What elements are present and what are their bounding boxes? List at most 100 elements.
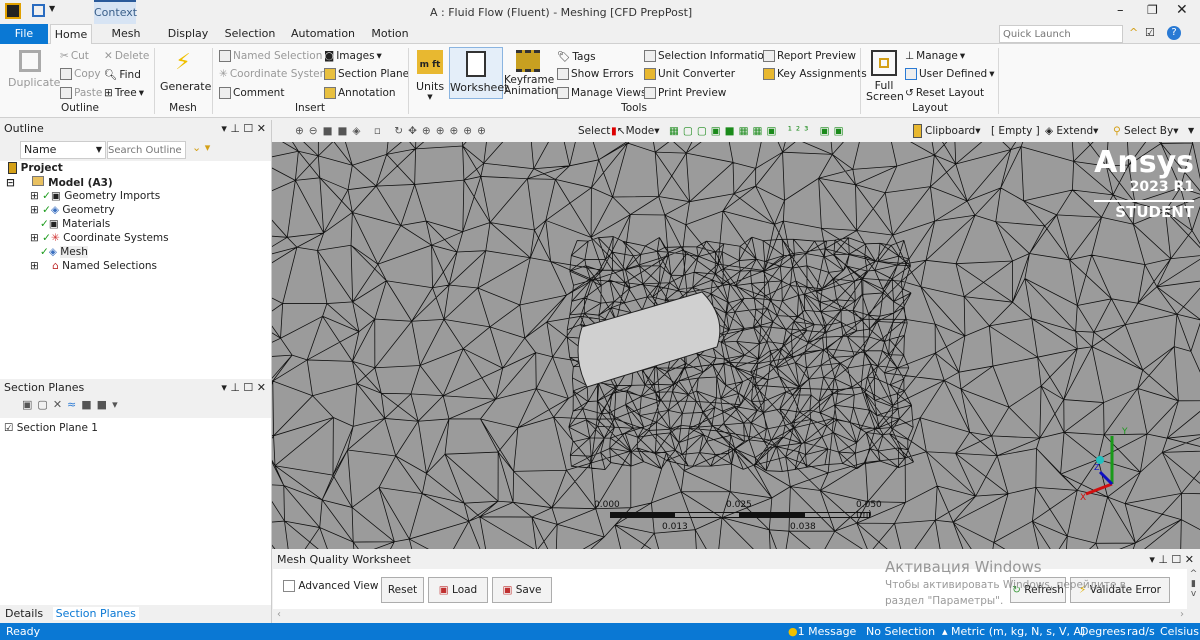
show-plane-icon[interactable]: ≈ (67, 398, 81, 411)
app-logo-icon (5, 3, 21, 19)
tab-motion[interactable]: Motion (364, 24, 416, 44)
feedback-icon[interactable]: ☑ (1145, 26, 1155, 39)
tab-display[interactable]: Display (160, 24, 216, 44)
advanced-view-checkbox[interactable]: Advanced View (283, 580, 378, 592)
tab-home[interactable]: Home (50, 24, 92, 45)
reset-icon: ↺ (905, 87, 914, 99)
tree-item-materials[interactable]: ✓▣ Materials (30, 218, 110, 230)
tree-item-geometry-imports[interactable]: ⊞ ✓▣ Geometry Imports (30, 190, 160, 202)
extend-button[interactable]: ◈ Extend▾ (1045, 120, 1098, 142)
clipboard-button[interactable]: Clipboard▾ (913, 120, 980, 142)
section-plane-checkbox[interactable]: ☑ (4, 422, 13, 434)
panel-controls[interactable]: ▾ ⊥ ☐ ✕ (1149, 551, 1194, 569)
tree-item-named-selections[interactable]: ⊞ ⌂ Named Selections (30, 260, 157, 272)
find-button[interactable]: 🔍︎ Find (104, 68, 141, 82)
context-tab[interactable]: Context (94, 0, 137, 24)
tab-section-planes[interactable]: Section Planes (52, 607, 139, 620)
delete-button[interactable]: ✕ Delete (104, 50, 149, 62)
tree-item-model[interactable]: ⊟ Model (A3) (6, 176, 113, 189)
minimize-button[interactable]: – (1117, 3, 1124, 18)
message-icon: ● (788, 625, 798, 638)
unit-converter-button[interactable]: Unit Converter (644, 68, 735, 80)
coordinate-system-button[interactable]: ✳ Coordinate System (219, 68, 330, 80)
report-preview-button[interactable]: Report Preview (763, 50, 856, 62)
help-icon[interactable]: ? (1167, 26, 1181, 40)
close-button[interactable]: ✕ (1176, 2, 1188, 18)
tab-details[interactable]: Details (5, 607, 43, 620)
tab-mesh[interactable]: Mesh (98, 24, 154, 44)
temperature-units[interactable]: Celsius (1160, 623, 1199, 640)
images-button[interactable]: ◙ Images ▾ (324, 50, 382, 62)
manage-button[interactable]: ⊥ Manage ▾ (905, 50, 965, 62)
select-by-button[interactable]: ⚲ Select By▾ (1113, 120, 1178, 142)
save-icon[interactable] (32, 4, 45, 17)
paste-button[interactable]: Paste (60, 87, 102, 99)
mesh-lines (272, 142, 1200, 549)
mode-dropdown[interactable]: ▮↖Mode▾ (611, 120, 659, 142)
annotation-button[interactable]: Annotation (324, 87, 396, 99)
load-button[interactable]: ▣ Load (428, 577, 488, 603)
cut-button[interactable]: ✂ Cut (60, 50, 89, 62)
save-button[interactable]: ▣ Save (492, 577, 552, 603)
search-outline-input[interactable] (107, 141, 186, 159)
keyframe-animation-button[interactable]: Keyframe Animation (504, 50, 558, 97)
key-assignments-button[interactable]: Key Assignments (763, 68, 867, 80)
worksheet-hscroll[interactable]: ‹ › (273, 609, 1200, 623)
tree-item-coordinate-systems[interactable]: ⊞ ✓✳ Coordinate Systems (30, 232, 169, 244)
tree-button[interactable]: ⊞ Tree ▾ (104, 87, 144, 99)
tree-item-project[interactable]: Project (8, 162, 63, 174)
named-selection-button[interactable]: Named Selection (219, 50, 322, 62)
toolbar-overflow-icon[interactable]: ▼ (1188, 120, 1194, 142)
axis-triad[interactable]: Y X Z (1072, 424, 1142, 504)
selection-filter-icons[interactable]: ▦▢▢▣■▦▦▣ ¹²³ ▣▣ (669, 120, 848, 142)
show-errors-button[interactable]: Show Errors (557, 68, 634, 80)
tags-button[interactable]: 🏷︎ Tags (557, 50, 596, 64)
show-cap-icon[interactable]: ■ (97, 398, 112, 411)
selection-information-button[interactable]: Selection Information (644, 50, 771, 62)
name-filter-dropdown[interactable]: Name ▼ (20, 141, 106, 159)
user-defined-button[interactable]: User Defined ▾ (905, 68, 995, 80)
restore-button[interactable]: ❐ (1147, 3, 1158, 17)
panel-controls[interactable]: ▾ ⊥ ☐ ✕ (221, 120, 266, 138)
print-preview-button[interactable]: Print Preview (644, 87, 726, 99)
validate-error-button[interactable]: ⚡ Validate Error (1070, 577, 1170, 603)
worksheet-vscroll[interactable]: ^ ▮ v (1187, 569, 1200, 609)
tab-file[interactable]: File (0, 24, 48, 44)
view-tools-icons[interactable]: ⊕⊖■■◈ ▫ ↻✥⊕⊕⊕⊕⊕ (295, 120, 491, 142)
comment-button[interactable]: Comment (219, 87, 284, 99)
rate-units[interactable]: rad/s (1127, 623, 1155, 640)
worksheet-button[interactable]: Worksheet (449, 47, 508, 99)
manage-views-button[interactable]: Manage Views (557, 87, 646, 99)
copy-button[interactable]: Copy (60, 68, 101, 80)
duplicate-button[interactable]: Duplicate (8, 50, 60, 89)
refresh-button[interactable]: ↻ Refresh (1010, 577, 1066, 603)
new-section-plane-icon[interactable]: ▣ (22, 398, 37, 411)
tree-item-mesh[interactable]: ✓◈ Mesh (30, 246, 88, 258)
collapse-ribbon-icon[interactable]: ^ (1129, 26, 1138, 39)
outline-filter-bar: Name▼ ⌄ ▾ (0, 139, 272, 161)
messages-indicator[interactable]: ●1 Message (788, 623, 856, 640)
generate-button[interactable]: ⚡ Generate (160, 50, 211, 93)
quick-access-dropdown-icon[interactable]: ▼ (49, 4, 55, 13)
panel-controls[interactable]: ▾ ⊥ ☐ ✕ (221, 379, 266, 397)
edit-section-icon[interactable]: ▢ (37, 398, 52, 411)
full-screen-button[interactable]: Full Screen (866, 50, 904, 102)
graphics-viewport[interactable]: Ansys 2023 R1 STUDENT 0.000 0.025 0.050 … (272, 142, 1200, 549)
show-whole-icon[interactable]: ■ (81, 398, 96, 411)
section-plane-item[interactable]: ☑ Section Plane 1 (4, 422, 98, 434)
tab-selection[interactable]: Selection (220, 24, 280, 44)
reset-layout-button[interactable]: ↺ Reset Layout (905, 87, 984, 99)
reset-button[interactable]: Reset (381, 577, 424, 603)
quick-launch-input[interactable] (999, 25, 1123, 43)
tree-item-geometry[interactable]: ⊞ ✓◈ Geometry (30, 204, 115, 216)
section-plane-button[interactable]: Section Plane (324, 68, 409, 80)
worksheet-header: Mesh Quality Worksheet ▾ ⊥ ☐ ✕ (273, 551, 1200, 569)
select-button[interactable]: Select (578, 120, 610, 142)
delete-section-icon[interactable]: ✕ (53, 398, 67, 411)
search-options-icon[interactable]: ⌄ ▾ (192, 141, 210, 154)
unit-system-dropdown[interactable]: ▴ Metric (m, kg, N, s, V, A) (942, 623, 1085, 640)
units-button[interactable]: m ft Units ▼ (414, 50, 446, 101)
selection-status: No Selection (866, 625, 936, 638)
angle-units[interactable]: Degrees (1080, 623, 1126, 640)
tab-automation[interactable]: Automation (288, 24, 358, 44)
